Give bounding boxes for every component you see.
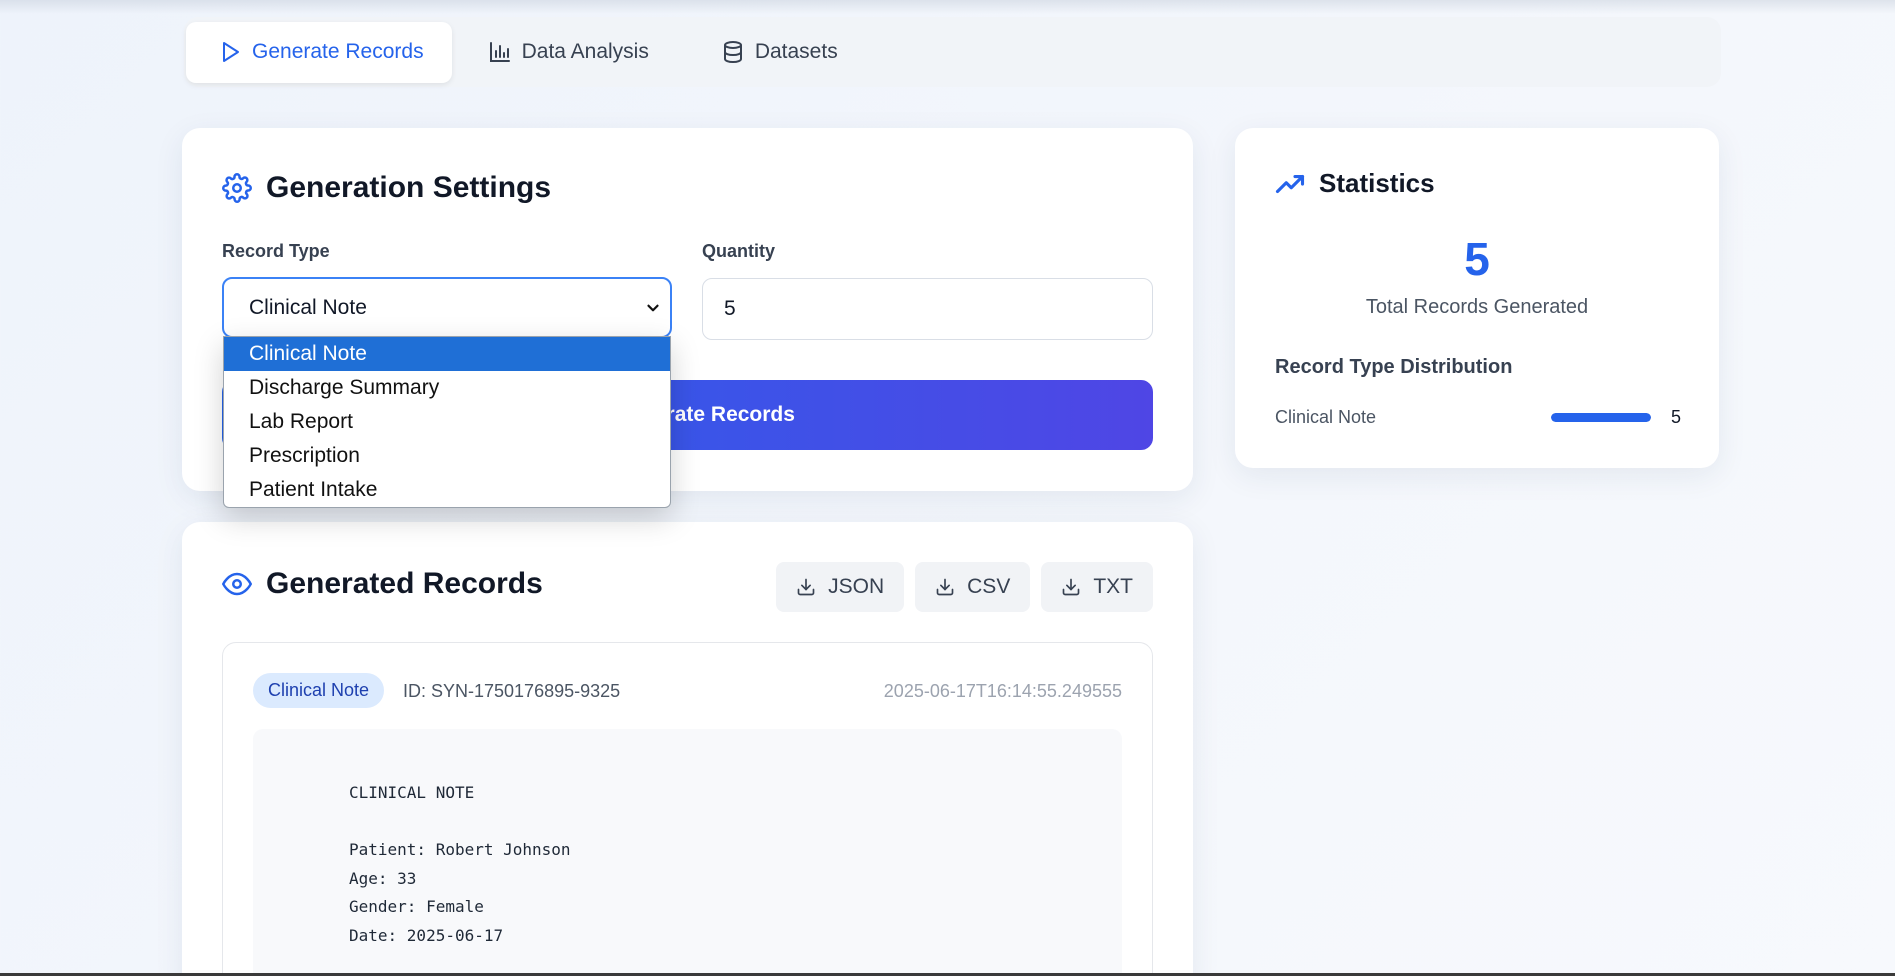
record-type-label: Record Type [222, 241, 330, 261]
record-timestamp: 2025-06-17T16:14:55.249555 [883, 681, 1122, 701]
record-content-line: Age: 33 [349, 868, 417, 888]
distribution-title: Record Type Distribution [1275, 356, 1513, 378]
export-json-button[interactable]: JSON [776, 562, 905, 612]
record-content-line: Date: 2025-06-17 [349, 925, 504, 945]
gear-icon [222, 173, 252, 203]
trending-up-icon [1275, 174, 1305, 193]
record-content-line [349, 808, 1122, 837]
dropdown-option-lab-report[interactable]: Lab Report [224, 405, 670, 439]
download-icon [1062, 578, 1080, 596]
quantity-input[interactable]: 5 [702, 278, 1153, 340]
record-type-value: Clinical Note [249, 295, 367, 319]
dropdown-option-prescription[interactable]: Prescription [224, 439, 670, 473]
database-icon [723, 41, 742, 64]
play-icon [223, 42, 239, 62]
tab-generate-records[interactable]: Generate Records [186, 21, 452, 83]
eye-icon [222, 572, 252, 596]
generation-settings-title: Generation Settings [222, 171, 551, 205]
statistics-card: Statistics 5 Total Records Generated Rec… [1235, 128, 1719, 468]
record-content-line: Gender: Female [349, 897, 484, 916]
generated-records-title: Generated Records [222, 567, 543, 601]
export-buttons: JSON CSV TXT [776, 562, 1153, 612]
export-csv-button[interactable]: CSV [915, 562, 1031, 612]
tab-label: Data Analysis [521, 40, 649, 63]
top-shadow [0, 0, 1895, 14]
generated-records-card: Generated Records JSON CSV TXT Clinical … [182, 522, 1193, 976]
distribution-bar-fill [1551, 412, 1651, 422]
card-heading: Statistics [1319, 168, 1435, 198]
distribution-bar-track [1551, 412, 1651, 422]
tab-datasets[interactable]: Datasets [685, 22, 874, 83]
record-type-dropdown-list: Clinical Note Discharge Summary Lab Repo… [223, 336, 671, 508]
total-records-value: 5 [1464, 233, 1490, 285]
record-content-line: Patient: Robert Johnson [349, 840, 571, 859]
chevron-down-icon [647, 304, 659, 312]
tab-label: Datasets [754, 40, 838, 63]
tab-data-analysis[interactable]: Data Analysis [452, 22, 685, 83]
record-content-line: CLINICAL NOTE [349, 783, 475, 802]
bar-chart-icon [489, 42, 510, 62]
tab-bar: Generate Records Data Analysis Datasets [184, 17, 1721, 87]
record-type-badge: Clinical Note [253, 673, 385, 708]
dropdown-option-discharge-summary[interactable]: Discharge Summary [224, 371, 670, 405]
record-item: Clinical Note ID: SYN-1750176895-9325 20… [222, 642, 1153, 976]
dropdown-option-patient-intake[interactable]: Patient Intake [224, 473, 670, 507]
quantity-label: Quantity [702, 241, 776, 261]
export-label: CSV [967, 575, 1011, 598]
download-icon [797, 578, 815, 596]
record-id: ID: SYN-1750176895-9325 [403, 681, 621, 701]
export-label: JSON [828, 575, 885, 598]
distribution-count: 5 [1670, 406, 1681, 427]
export-label: TXT [1093, 575, 1133, 598]
distribution-row: Clinical Note 5 [1275, 405, 1681, 429]
distribution-name: Clinical Note [1275, 406, 1377, 427]
download-icon [936, 578, 954, 596]
statistics-title: Statistics [1275, 168, 1435, 199]
dropdown-option-clinical-note[interactable]: Clinical Note [224, 337, 670, 371]
quantity-value: 5 [724, 297, 736, 320]
card-heading: Generation Settings [266, 171, 552, 204]
export-txt-button[interactable]: TXT [1041, 562, 1153, 612]
record-type-select[interactable]: Clinical Note [222, 277, 672, 338]
total-records-label: Total Records Generated [1365, 296, 1589, 318]
record-content: CLINICAL NOTE Patient: Robert Johnson Ag… [253, 729, 1122, 976]
tab-label: Generate Records [252, 40, 424, 63]
card-heading: Generated Records [266, 567, 543, 600]
